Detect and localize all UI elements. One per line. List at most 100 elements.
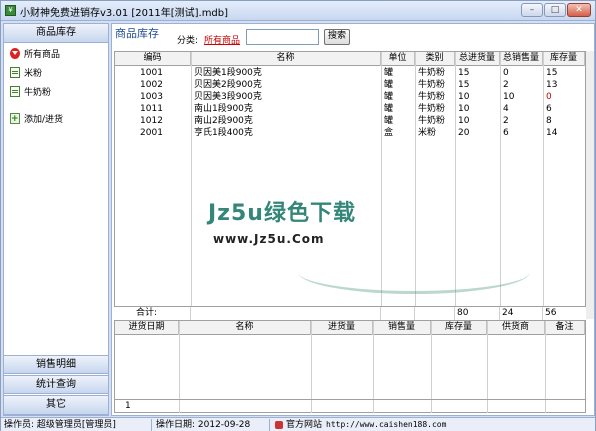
table-cell: 1001 (140, 68, 163, 78)
table-row[interactable]: 2001 亨氏1段400克 盒 米粉 20 6 14 (115, 127, 585, 139)
table-cell: 10 (503, 92, 515, 102)
inventory-column-header[interactable]: 类别 (415, 52, 455, 66)
table-cell: 10 (458, 92, 470, 102)
status-operator: 操作员: 超级管理员[管理员] (4, 420, 116, 430)
sidebar-section-stats[interactable]: 统计查询 (4, 375, 108, 394)
table-cell: 牛奶粉 (418, 68, 446, 78)
inventory-column-header[interactable]: 库存量 (543, 52, 585, 66)
grid-line (380, 307, 381, 320)
status-divider (151, 419, 152, 431)
inventory-column-header[interactable]: 名称 (191, 52, 381, 66)
home-icon (275, 421, 283, 429)
status-date: 操作日期: 2012-09-28 (156, 420, 251, 430)
detail-column-header[interactable]: 进货量 (311, 321, 373, 335)
status-site-url[interactable]: http://www.caishen188.com (326, 419, 446, 431)
watermark-logo: Jz5u绿色下载 (208, 201, 356, 226)
table-cell: 20 (458, 128, 470, 138)
table-cell: 贝因美3段900克 (194, 92, 262, 102)
app-icon: ¥ (5, 5, 16, 16)
table-row[interactable]: 1001 贝因美1段900克 罐 牛奶粉 15 0 15 (115, 67, 585, 79)
down-arrow-icon (10, 48, 20, 59)
table-cell: 13 (546, 80, 558, 90)
detail-table: 进货日期 名称 进货量 销售量 库存量 供货商 备注 (114, 320, 586, 400)
total-stock: 56 (545, 308, 557, 318)
table-cell: 米粉 (418, 128, 437, 138)
sidebar-item-label: 添加/进货 (24, 115, 64, 125)
table-cell: 贝因美1段900克 (194, 68, 262, 78)
inventory-column-header[interactable]: 编码 (115, 52, 191, 66)
table-cell: 南山2段900克 (194, 116, 253, 126)
inventory-column-header[interactable]: 总进货量 (455, 52, 500, 66)
table-cell: 0 (503, 68, 509, 78)
grid-line (454, 307, 455, 320)
table-cell: 1011 (140, 104, 163, 114)
grid-line (431, 400, 432, 413)
grid-line (179, 400, 180, 413)
table-cell: 2001 (140, 128, 163, 138)
close-button[interactable]: ✕ (567, 3, 591, 17)
table-cell: 4 (503, 104, 509, 114)
table-cell: 15 (458, 80, 470, 90)
sidebar-item-add-stock[interactable]: 添加/进货 (10, 112, 64, 127)
sidebar-section-inventory[interactable]: 商品库存 (4, 24, 108, 43)
window-title: 小财神免费进销存v3.01 [2011年[测试].mdb] (20, 8, 229, 19)
detail-column-header[interactable]: 销售量 (373, 321, 431, 335)
sidebar-section-other[interactable]: 其它 (4, 395, 108, 415)
total-sold: 24 (502, 308, 514, 318)
sidebar-item-rice-flour[interactable]: 米粉 (10, 67, 42, 81)
inventory-total-row: 合计: 80 24 56 (114, 306, 586, 320)
category-link[interactable]: 所有商品 (204, 33, 240, 46)
doc-icon (10, 86, 20, 97)
detail-column-header[interactable]: 备注 (545, 321, 585, 335)
grid-line (487, 321, 488, 399)
detail-column-header[interactable]: 供货商 (487, 321, 545, 335)
search-button[interactable]: 搜索 (324, 29, 350, 45)
detail-column-header[interactable]: 进货日期 (115, 321, 179, 335)
grid-line (190, 307, 191, 320)
sidebar-section-sales[interactable]: 销售明细 (4, 355, 108, 374)
table-cell: 10 (458, 116, 470, 126)
table-cell: 牛奶粉 (418, 104, 446, 114)
grid-line (311, 400, 312, 413)
detail-column-header[interactable]: 库存量 (431, 321, 487, 335)
sidebar-item-label: 所有商品 (24, 50, 61, 60)
sidebar-item-all-products[interactable]: 所有商品 (10, 48, 60, 62)
detail-column-header[interactable]: 名称 (179, 321, 311, 335)
detail-footer-row: 1 (114, 400, 586, 413)
table-cell: 罐 (384, 92, 394, 102)
sidebar-item-milk-powder[interactable]: 牛奶粉 (10, 86, 51, 100)
table-cell: 6 (546, 104, 552, 114)
table-cell: 10 (458, 104, 470, 114)
table-cell: 2 (503, 80, 509, 90)
table-cell: 罐 (384, 68, 394, 78)
grid-line (542, 307, 543, 320)
table-row[interactable]: 1003 贝因美3段900克 罐 牛奶粉 10 10 0 (115, 91, 585, 103)
table-cell: 罐 (384, 80, 394, 90)
table-row[interactable]: 1012 南山2段900克 罐 牛奶粉 10 2 8 (115, 115, 585, 127)
grid-line (373, 321, 374, 399)
table-row[interactable]: 1002 贝因美2段900克 罐 牛奶粉 15 2 13 (115, 79, 585, 91)
watermark-url: www.Jz5u.Com (213, 232, 325, 246)
table-cell: 贝因美2段900克 (194, 80, 262, 90)
grid-line (373, 400, 374, 413)
doc-icon (10, 67, 20, 78)
grid-line (487, 400, 488, 413)
status-site-link[interactable]: 官方网站 (286, 419, 322, 431)
maximize-button[interactable]: □ (544, 3, 566, 17)
grid-line (191, 52, 192, 318)
search-input[interactable] (246, 29, 319, 45)
table-cell: 1002 (140, 80, 163, 90)
table-cell: 牛奶粉 (418, 116, 446, 126)
grid-line (179, 321, 180, 399)
table-cell: 亨氏1段400克 (194, 128, 253, 138)
inventory-column-header[interactable]: 单位 (381, 52, 415, 66)
table-row[interactable]: 1011 南山1段900克 罐 牛奶粉 10 4 6 (115, 103, 585, 115)
table-cell: 南山1段900克 (194, 104, 253, 114)
table-cell: 1003 (140, 92, 163, 102)
sidebar-item-label: 米粉 (24, 69, 43, 79)
inventory-column-header[interactable]: 总销售量 (500, 52, 543, 66)
inventory-header-row: 编码 名称 单位 类别 总进货量 总销售量 库存量 (115, 52, 585, 66)
app-window: ¥ 小财神免费进销存v3.01 [2011年[测试].mdb] – □ ✕ 商品… (0, 0, 596, 431)
sidebar-item-label: 牛奶粉 (24, 88, 52, 98)
minimize-button[interactable]: – (521, 3, 543, 17)
